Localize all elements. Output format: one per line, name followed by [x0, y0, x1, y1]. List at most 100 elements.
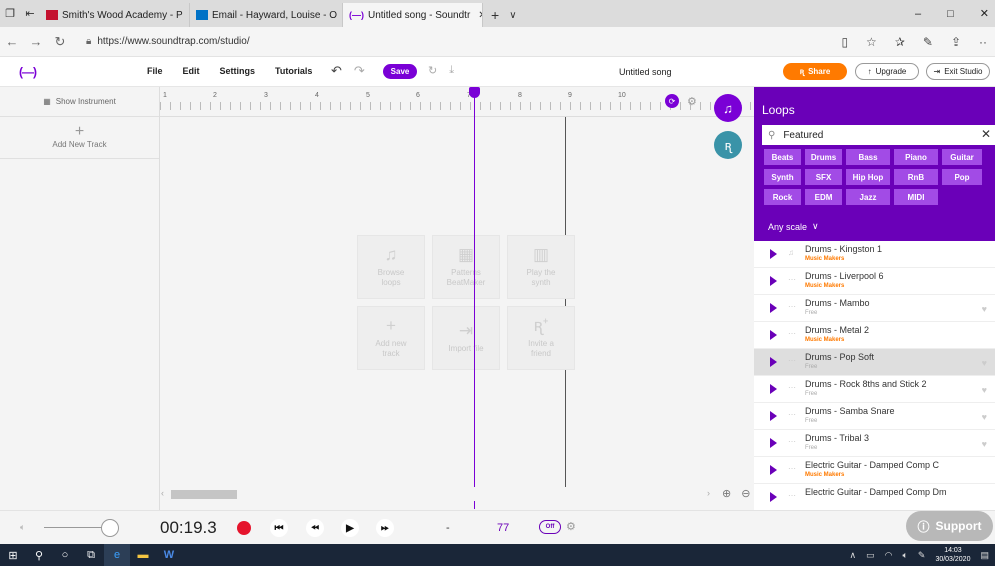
cortana-icon[interactable]: ○: [52, 544, 78, 566]
play-icon[interactable]: [770, 438, 777, 448]
ruler-settings-icon[interactable]: ⚙: [687, 95, 697, 108]
menu-settings[interactable]: Settings: [220, 66, 256, 76]
browse-loops-tile[interactable]: ♫ Browse loops: [357, 235, 425, 299]
speaker-icon[interactable]: 🔈︎: [902, 550, 907, 561]
playhead-handle[interactable]: [469, 87, 480, 98]
play-icon[interactable]: [770, 492, 777, 502]
new-tab-button[interactable]: + ∨: [483, 3, 525, 27]
download-icon[interactable]: ⤓: [449, 64, 454, 77]
pen-icon[interactable]: ✎: [923, 35, 933, 49]
chip-jazz[interactable]: Jazz: [846, 189, 890, 205]
chip-sfx[interactable]: SFX: [805, 169, 842, 185]
clear-search-icon[interactable]: ✕: [981, 127, 991, 141]
heart-icon[interactable]: ♥: [982, 304, 987, 314]
loop-item[interactable]: ⋯ Electric Guitar - Damped Comp C Music …: [754, 457, 995, 484]
menu-file[interactable]: File: [147, 66, 163, 76]
chevron-up-icon[interactable]: ∧: [850, 550, 857, 561]
loop-item[interactable]: ⋯ Drums - Mambo Free ♥: [754, 295, 995, 322]
master-volume-slider[interactable]: [44, 527, 104, 528]
chip-piano[interactable]: Piano: [894, 149, 938, 165]
chip-edm[interactable]: EDM: [805, 189, 842, 205]
play-icon[interactable]: [770, 249, 777, 259]
share-page-icon[interactable]: ⇪: [951, 35, 961, 49]
upgrade-button[interactable]: ↑ Upgrade: [855, 63, 919, 80]
key-display[interactable]: -: [446, 522, 450, 534]
save-button[interactable]: Save: [383, 64, 417, 79]
chip-drums[interactable]: Drums: [805, 149, 842, 165]
wifi-icon[interactable]: ◠: [885, 550, 893, 561]
redo-icon[interactable]: ↷: [354, 63, 365, 79]
loop-item[interactable]: ⋯ Drums - Pop Soft Free ♥: [754, 349, 995, 376]
scrollbar-thumb[interactable]: [171, 490, 237, 499]
soundtrap-logo[interactable]: (—): [19, 65, 37, 79]
chip-rnb[interactable]: RnB: [894, 169, 938, 185]
pen-workspace-icon[interactable]: ✎: [918, 550, 926, 561]
loop-item[interactable]: ♫ Drums - Kingston 1 Music Makers: [754, 241, 995, 268]
show-instrument-button[interactable]: ▦ Show Instrument: [0, 87, 159, 117]
loops-toggle-button[interactable]: ♫: [714, 94, 742, 122]
refresh-icon[interactable]: ↻: [48, 34, 72, 50]
search-icon[interactable]: ⚲: [26, 544, 52, 566]
battery-icon[interactable]: ▭: [866, 550, 875, 561]
minimize-icon[interactable]: –: [915, 8, 921, 20]
go-to-start-button[interactable]: ⏮︎: [270, 519, 288, 537]
zoom-in-icon[interactable]: ⊕: [722, 487, 731, 500]
windows-start-icon[interactable]: ⊞: [0, 544, 26, 566]
scale-filter[interactable]: Any scale ∨: [768, 221, 819, 232]
tempo-display[interactable]: 77: [497, 522, 509, 534]
heart-icon[interactable]: ♥: [982, 439, 987, 449]
fast-forward-button[interactable]: ⏩︎: [376, 519, 394, 537]
share-button[interactable]: ꭆ Share: [783, 63, 847, 80]
metronome-toggle[interactable]: Off: [539, 520, 561, 534]
browser-tab-soundtrap[interactable]: (—) Untitled song - Soundtr ✕: [343, 3, 483, 27]
play-synth-tile[interactable]: ▥ Play the synth: [507, 235, 575, 299]
exit-studio-button[interactable]: ⇥ Exit Studio: [926, 63, 990, 80]
favorites-icon[interactable]: ✰: [895, 35, 905, 49]
rewind-button[interactable]: ⏪︎: [306, 519, 324, 537]
loop-item[interactable]: ⋯ Drums - Tribal 3 Free ♥: [754, 430, 995, 457]
chip-bass[interactable]: Bass: [846, 149, 890, 165]
invite-friend-tile[interactable]: ꭆ⁺ Invite a friend: [507, 306, 575, 370]
heart-icon[interactable]: ♥: [982, 385, 987, 395]
play-button[interactable]: ▶: [341, 519, 359, 537]
loops-search-input[interactable]: ⚲ Featured ✕: [762, 125, 995, 145]
file-explorer-icon[interactable]: ▬: [130, 544, 156, 566]
close-window-icon[interactable]: ✕: [980, 7, 989, 20]
tab-back-icon[interactable]: ⇤: [20, 0, 40, 27]
notifications-icon[interactable]: ▤: [980, 550, 989, 561]
song-title[interactable]: Untitled song: [619, 67, 672, 77]
menu-edit[interactable]: Edit: [183, 66, 200, 76]
heart-icon[interactable]: ♥: [982, 412, 987, 422]
favorite-star-icon[interactable]: ☆: [866, 35, 877, 49]
tab-menu-icon[interactable]: ∨: [509, 10, 516, 21]
chip-hiphop[interactable]: Hip Hop: [846, 169, 890, 185]
support-button[interactable]: ⓘ Support: [906, 511, 993, 541]
edge-icon[interactable]: e: [104, 544, 130, 566]
metronome-settings-icon[interactable]: ⚙: [566, 520, 576, 533]
add-new-track-button[interactable]: + Add New Track: [0, 117, 159, 159]
volume-knob[interactable]: [101, 519, 119, 537]
loop-item[interactable]: ⋯ Drums - Liverpool 6 Music Makers: [754, 268, 995, 295]
loop-item[interactable]: ⋯ Electric Guitar - Damped Comp Dm: [754, 484, 995, 510]
chip-midi[interactable]: MIDI: [894, 189, 938, 205]
task-view-icon[interactable]: ⧉: [78, 544, 104, 566]
play-icon[interactable]: [770, 411, 777, 421]
chip-rock[interactable]: Rock: [764, 189, 801, 205]
loop-region-icon[interactable]: ⟳: [665, 94, 679, 108]
loop-item[interactable]: ⋯ Drums - Rock 8ths and Stick 2 Free ♥: [754, 376, 995, 403]
scroll-right-icon[interactable]: ›: [707, 488, 710, 498]
forward-icon[interactable]: →: [24, 34, 48, 49]
import-file-tile[interactable]: ⇥ Import file: [432, 306, 500, 370]
menu-tutorials[interactable]: Tutorials: [275, 66, 312, 76]
play-icon[interactable]: [770, 303, 777, 313]
clock[interactable]: 14:03 30/03/2020: [935, 546, 970, 564]
back-icon[interactable]: ←: [0, 34, 24, 49]
play-icon[interactable]: [770, 330, 777, 340]
scroll-left-icon[interactable]: ‹: [161, 488, 164, 498]
chip-guitar[interactable]: Guitar: [942, 149, 982, 165]
record-button[interactable]: [237, 521, 251, 535]
url-field[interactable]: 🔒︎ https://www.soundtrap.com/studio/: [86, 36, 250, 47]
zoom-out-icon[interactable]: ⊖: [741, 487, 750, 500]
maximize-icon[interactable]: □: [947, 8, 954, 20]
beatmaker-tile[interactable]: ▦ Patterns BeatMaker: [432, 235, 500, 299]
